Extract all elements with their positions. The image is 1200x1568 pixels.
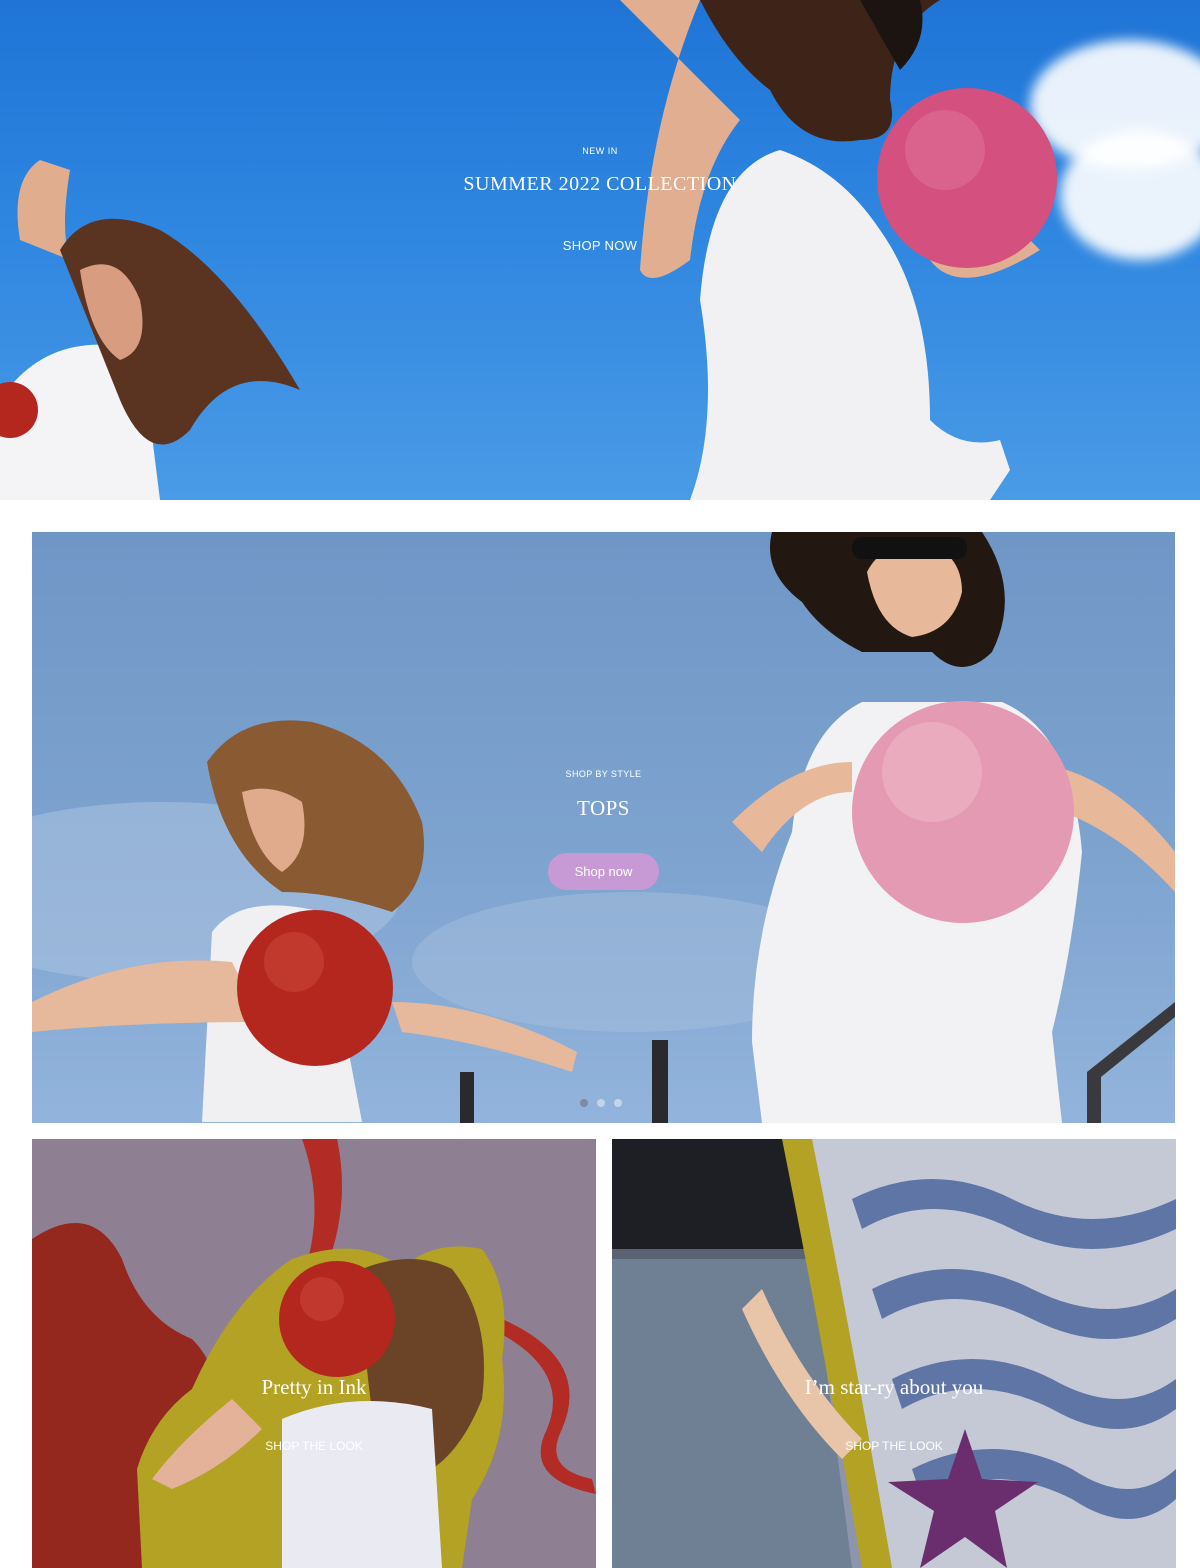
pretty-in-ink-shop-link[interactable]: SHOP THE LOOK bbox=[32, 1439, 596, 1453]
pretty-in-ink-tile[interactable]: Pretty in Ink SHOP THE LOOK bbox=[32, 1139, 596, 1568]
slide-dot-3[interactable] bbox=[614, 1099, 622, 1107]
slideshow-pagination bbox=[580, 1099, 622, 1107]
star-ry-artwork bbox=[612, 1139, 1176, 1568]
star-ry-shop-link[interactable]: SHOP THE LOOK bbox=[612, 1439, 1176, 1453]
pretty-in-ink-title: Pretty in Ink bbox=[261, 1375, 367, 1399]
tops-shop-now-button[interactable]: Shop now bbox=[548, 853, 659, 890]
slide-dot-2[interactable] bbox=[597, 1099, 605, 1107]
star-ry-tile[interactable]: I’m star-ry about you SHOP THE LOOK bbox=[612, 1139, 1176, 1568]
slide-dot-1[interactable] bbox=[580, 1099, 588, 1107]
star-ry-title: I’m star-ry about you bbox=[804, 1375, 984, 1399]
hero-shop-now-link[interactable]: SHOP NOW bbox=[0, 238, 1200, 253]
slide-eyebrow: SHOP BY STYLE bbox=[565, 769, 642, 779]
hero-title: SUMMER 2022 COLLECTION bbox=[463, 173, 737, 195]
slide-title: TOPS bbox=[577, 796, 630, 820]
slide-photo bbox=[32, 532, 1175, 1123]
hero-banner[interactable]: NEW IN SUMMER 2022 COLLECTION SHOP NOW bbox=[0, 0, 1200, 500]
hero-eyebrow: NEW IN bbox=[582, 146, 618, 156]
pretty-in-ink-artwork bbox=[32, 1139, 596, 1568]
shop-by-style-slideshow[interactable]: SHOP BY STYLE TOPS bbox=[32, 532, 1175, 1123]
